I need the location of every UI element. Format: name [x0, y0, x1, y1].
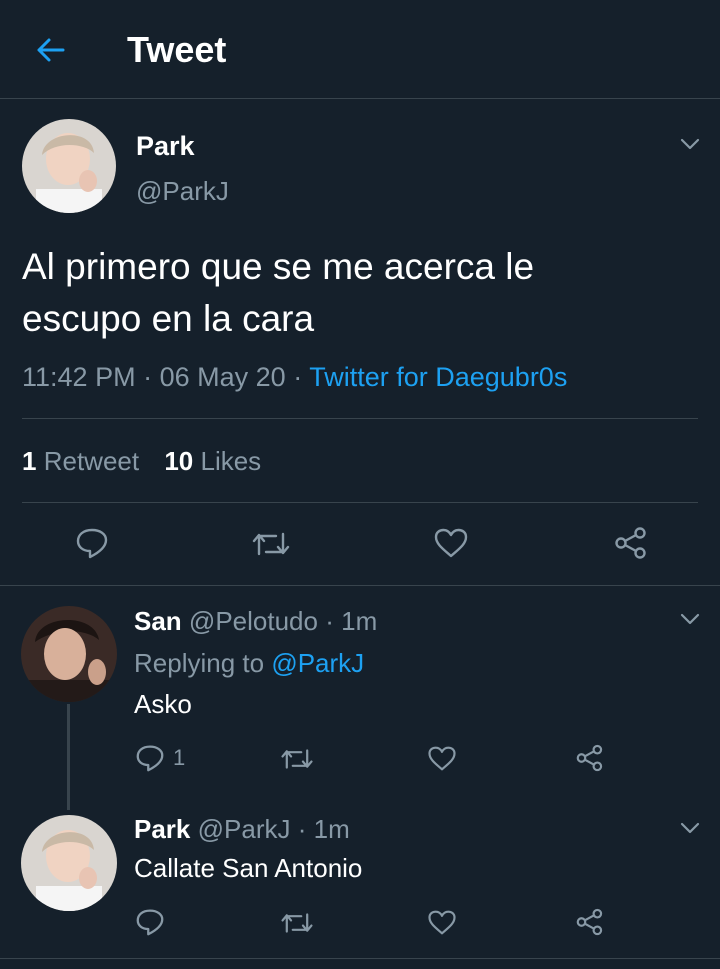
tweet-text-line: escupo en la cara: [22, 298, 315, 339]
meta-separator: ·: [293, 362, 303, 392]
reply-options-button[interactable]: [678, 607, 702, 631]
reply-icon: [76, 528, 108, 559]
retweet-button[interactable]: [280, 747, 314, 771]
reply-count: 1: [173, 745, 186, 770]
reply-author-handle[interactable]: @Pelotudo: [189, 606, 318, 636]
chevron-down-icon: [680, 613, 700, 625]
author-name[interactable]: Park: [136, 131, 195, 162]
reply-time: 1m: [341, 606, 378, 636]
reply-button[interactable]: [75, 527, 109, 559]
chevron-down-icon: [680, 822, 700, 834]
reply-options-button[interactable]: [678, 816, 702, 840]
tweet-date: 06 May 20: [159, 362, 286, 392]
reply-avatar[interactable]: [21, 815, 117, 911]
author-avatar[interactable]: [22, 119, 116, 213]
divider: [22, 418, 698, 419]
reply-author-handle[interactable]: @ParkJ: [198, 814, 291, 844]
likes-label: Likes: [200, 446, 262, 476]
reply-header: Park @ParkJ · 1m: [134, 814, 350, 845]
share-button[interactable]: [574, 743, 604, 773]
divider: [0, 585, 720, 586]
tweet-text: Al primero que se me acerca le escupo en…: [22, 241, 712, 345]
reply-button[interactable]: 1: [135, 744, 185, 772]
retweets-label: Retweet: [43, 446, 140, 476]
reply-time: 1m: [313, 814, 350, 844]
like-button[interactable]: [427, 909, 457, 936]
heart-icon: [434, 528, 468, 558]
time-separator: ·: [297, 814, 307, 844]
like-button[interactable]: [427, 745, 457, 772]
share-button[interactable]: [574, 907, 604, 937]
tweet-stats: 1 Retweet 10 Likes: [22, 446, 261, 477]
retweet-icon: [252, 532, 290, 556]
replying-to: Replying to @ParkJ: [134, 648, 364, 679]
like-button[interactable]: [433, 527, 469, 559]
top-bar: Tweet: [0, 0, 720, 99]
reply-text: Callate San Antonio: [134, 853, 363, 883]
reply-avatar[interactable]: [21, 606, 117, 702]
reply-text: Asko: [134, 689, 192, 719]
divider: [22, 502, 698, 503]
share-button[interactable]: [612, 525, 648, 561]
time-separator: ·: [325, 606, 334, 636]
replying-to-label: Replying to: [134, 648, 265, 678]
reply-author-name[interactable]: Park: [134, 814, 190, 844]
likes-stat[interactable]: 10 Likes: [164, 446, 261, 476]
replying-to-handle[interactable]: @ParkJ: [271, 648, 364, 678]
retweet-button[interactable]: [251, 530, 291, 558]
author-handle[interactable]: @ParkJ: [136, 176, 229, 207]
divider: [0, 958, 720, 959]
tweet-options-button[interactable]: [678, 132, 702, 156]
back-button[interactable]: [30, 32, 70, 68]
reply-icon: [136, 909, 164, 936]
chevron-down-icon: [680, 138, 700, 150]
retweet-button[interactable]: [280, 911, 314, 935]
retweets-stat[interactable]: 1 Retweet: [22, 446, 146, 476]
tweet-source-link[interactable]: Twitter for Daegubr0s: [309, 362, 567, 392]
tweet-meta: 11:42 PM · 06 May 20 · Twitter for Daegu…: [22, 362, 567, 393]
tweet-text-line: Al primero que se me acerca le: [22, 246, 535, 287]
share-icon: [576, 744, 603, 772]
heart-icon: [428, 746, 456, 771]
reply-icon: [136, 745, 164, 772]
reply-header: San @Pelotudo · 1m: [134, 606, 377, 637]
retweets-count: 1: [22, 446, 37, 476]
heart-icon: [428, 910, 456, 935]
likes-count: 10: [164, 446, 194, 476]
reply-author-name[interactable]: San: [134, 606, 182, 636]
reply-button[interactable]: [135, 908, 165, 936]
back-arrow-icon: [37, 38, 65, 62]
meta-separator: ·: [143, 362, 153, 392]
share-icon: [576, 908, 603, 936]
share-icon: [615, 527, 646, 559]
tweet-time: 11:42 PM: [22, 362, 136, 392]
retweet-icon: [281, 913, 313, 933]
thread-line: [67, 704, 70, 810]
retweet-icon: [281, 749, 313, 769]
page-title: Tweet: [127, 29, 227, 70]
